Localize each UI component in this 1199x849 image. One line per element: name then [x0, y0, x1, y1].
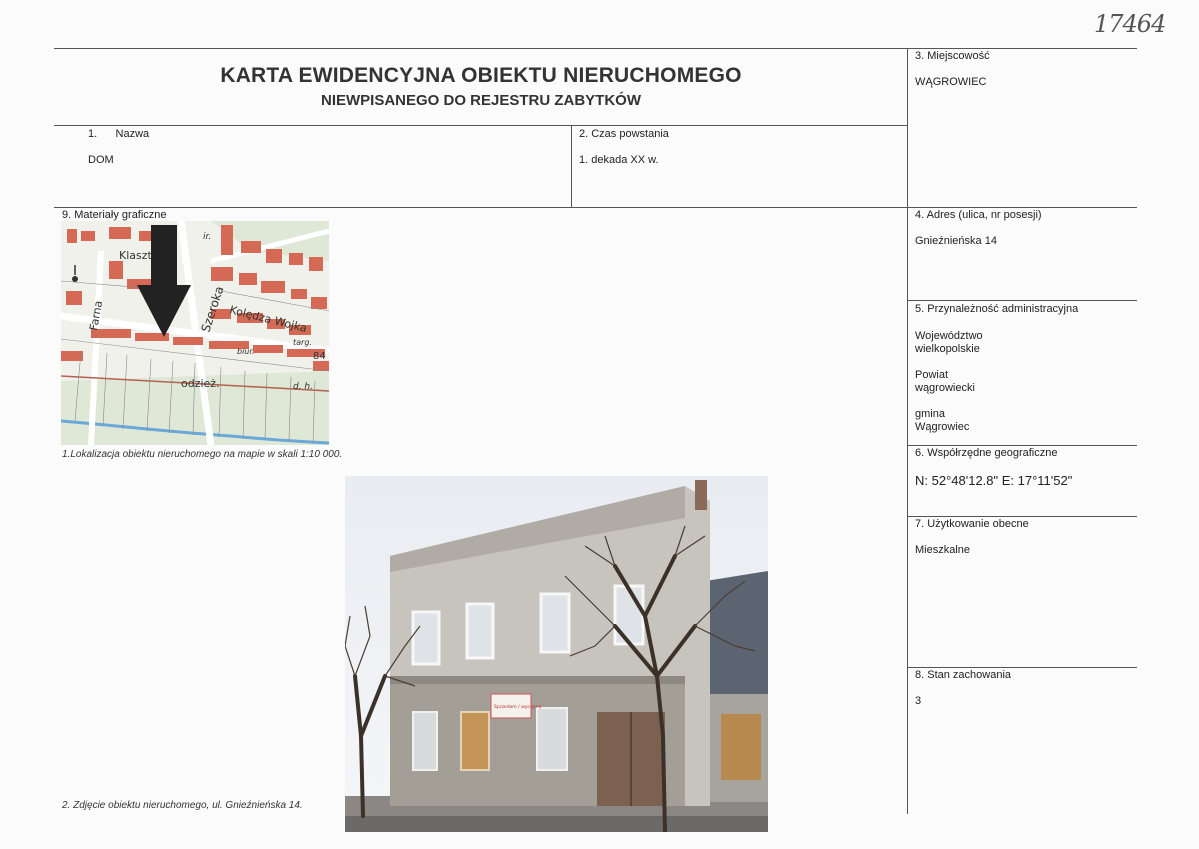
document-subtitle: NIEWPISANEGO DO REJESTRU ZABYTKÓW [320, 92, 642, 109]
admin-label: 5. Przynależność administracyjna [915, 303, 1079, 315]
geo-value: N: 52°48'12.8" E: 17°11'52" [915, 473, 1073, 488]
admin-rule [907, 300, 1137, 301]
map-caption: 1.Lokalizacja obiektu nieruchomego na ma… [62, 449, 343, 460]
name-date-divider [571, 125, 572, 207]
usage-label: 7. Użytkowanie obecne [915, 518, 1029, 530]
condition-value: 3 [915, 695, 922, 707]
place-label: 3. Miejscowość [915, 50, 990, 62]
county-line2: wągrowiecki [915, 382, 975, 394]
location-map: Klaszto Farna Szeroka Kolędza Wojka biur… [61, 221, 329, 445]
header-bottom-rule [54, 125, 907, 126]
condition-rule [907, 667, 1137, 668]
usage-value: Mieszkalne [915, 544, 971, 556]
condition-label: 8. Stan zachowania [915, 669, 1012, 681]
county-line1: Powiat [915, 369, 949, 381]
commune-line2: Wągrowiec [915, 421, 970, 433]
place-value: WĄGROWIEC [915, 76, 987, 88]
graphics-label: 9. Materiały graficzne [62, 209, 167, 221]
name-value: DOM [88, 154, 114, 166]
voivodeship-line2: wielkopolskie [915, 343, 980, 355]
building-photo: Sprzedam / wynajmę [345, 476, 768, 832]
row1-bottom-rule [54, 207, 1137, 208]
map-label-targ: targ. [293, 338, 312, 347]
created-value: 1. dekada XX w. [579, 154, 659, 166]
created-label: 2. Czas powstania [579, 128, 669, 140]
geo-rule [907, 445, 1137, 446]
address-label: 4. Adres (ulica, nr posesji) [915, 209, 1042, 221]
photo-sign-text: Sprzedam / wynajmę [494, 704, 542, 710]
voivodeship-line1: Województwo [915, 330, 983, 342]
commune-line1: gmina [915, 408, 945, 420]
map-label-ir: ir. [203, 232, 211, 242]
main-divider [907, 48, 908, 814]
usage-rule [907, 516, 1137, 517]
photo-caption: 2. Zdjęcie obiektu nieruchomego, ul. Gni… [62, 800, 303, 811]
map-label-84: 84 [313, 351, 326, 362]
map-label-dh: d. h. [293, 382, 313, 392]
map-label-odziez: odzież. [181, 377, 220, 390]
top-rule [54, 48, 1137, 49]
map-label-biur: biur. [237, 347, 254, 356]
handwritten-number: 17464 [1094, 10, 1166, 38]
document-title: KARTA EWIDENCYJNA OBIEKTU NIERUCHOMEGO [220, 64, 742, 87]
geo-label: 6. Współrzędne geograficzne [915, 447, 1058, 459]
name-label: 1. Nazwa [88, 128, 150, 140]
address-value: Gnieźnieńska 14 [915, 235, 997, 247]
